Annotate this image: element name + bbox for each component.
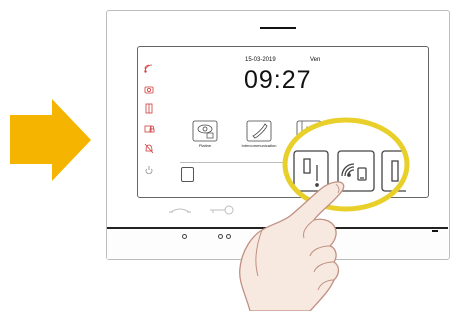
- pointing-hand-icon: [239, 181, 345, 311]
